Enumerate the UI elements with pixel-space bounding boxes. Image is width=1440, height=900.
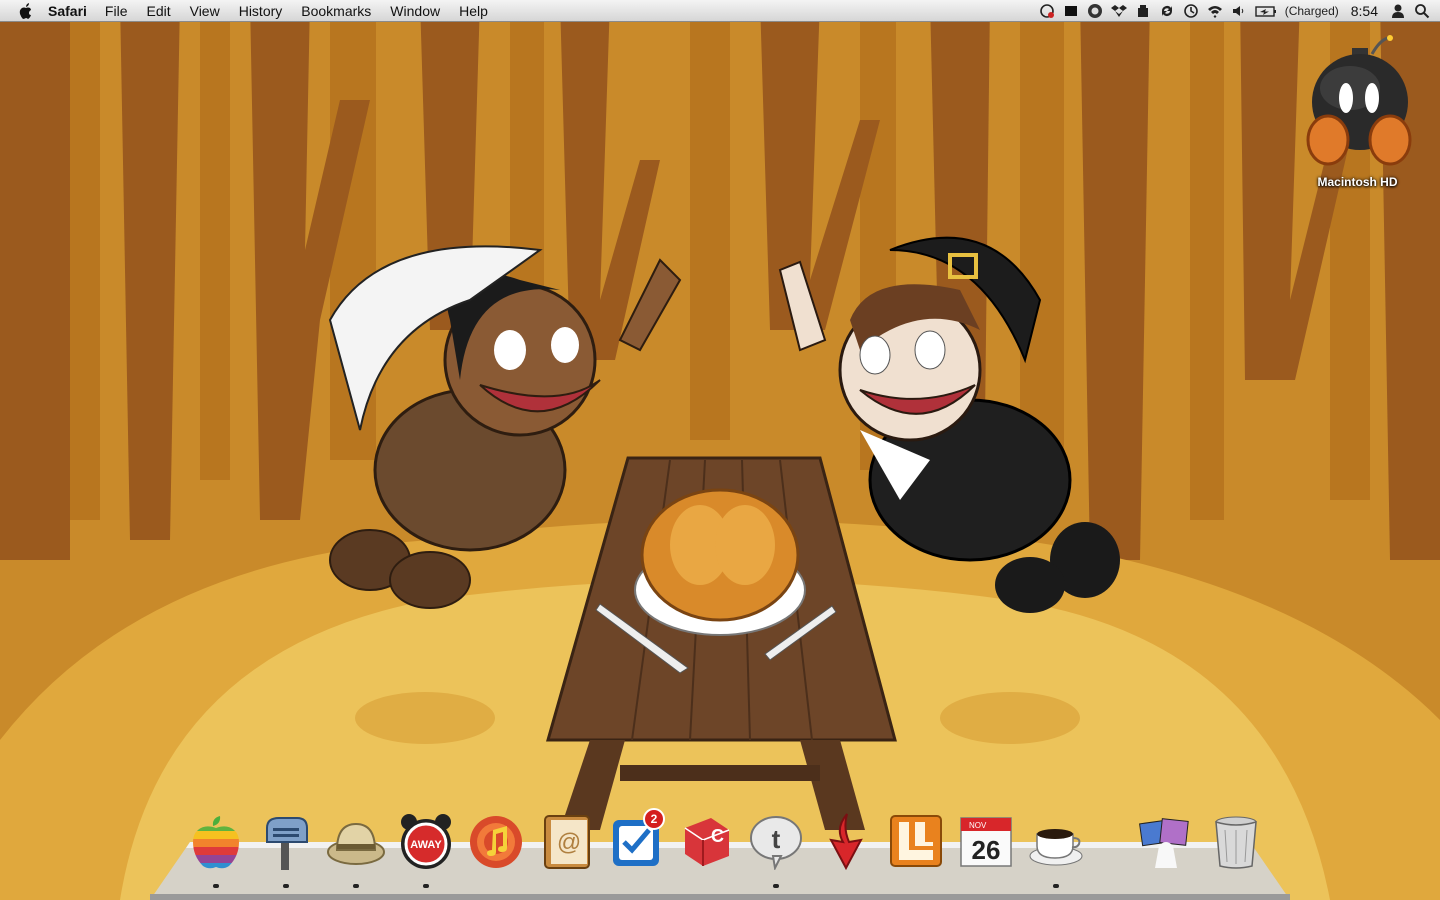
dock-item-itunes[interactable] xyxy=(465,808,527,874)
battery-status-label: (Charged) xyxy=(1284,4,1339,18)
red-arrow-icon xyxy=(829,813,863,870)
mailbox-icon xyxy=(266,817,308,870)
chat-status-icon[interactable] xyxy=(1039,3,1055,19)
away-label: AWAY xyxy=(410,839,442,851)
wifi-icon[interactable] xyxy=(1207,3,1223,19)
spotlight-icon[interactable] xyxy=(1414,3,1430,19)
itunes-icon xyxy=(470,816,522,868)
box-icon[interactable] xyxy=(1135,3,1151,19)
app-menu-safari[interactable]: Safari xyxy=(48,3,87,19)
desktop-icon-macintosh-hd[interactable]: Macintosh HD xyxy=(1300,32,1415,189)
address-book-icon: @ xyxy=(544,815,590,869)
rainbow-apple-icon xyxy=(193,816,239,869)
quicksilver-icon[interactable] xyxy=(1087,3,1103,19)
dock-item-helmet[interactable] xyxy=(325,808,387,888)
menu-edit[interactable]: Edit xyxy=(146,3,170,19)
dock-item-away[interactable]: AWAY xyxy=(395,808,457,888)
svg-text:C: C xyxy=(711,826,724,846)
calendar-icon: NOV 26 xyxy=(960,817,1012,867)
user-icon[interactable] xyxy=(1390,3,1406,19)
orange-layout-icon xyxy=(890,815,942,867)
desktop-wallpaper xyxy=(0,0,1440,900)
menu-bar: Safari File Edit View History Bookmarks … xyxy=(0,0,1440,22)
stacks-icon xyxy=(1139,818,1189,868)
red-cube-icon: C xyxy=(684,818,730,866)
dock-item-mail[interactable] xyxy=(255,808,317,888)
menu-file[interactable]: File xyxy=(105,3,128,19)
away-alarm-icon: AWAY xyxy=(401,814,451,869)
dock-item-cut[interactable]: C xyxy=(675,808,737,874)
menu-bookmarks[interactable]: Bookmarks xyxy=(301,3,371,19)
dock-item-finder[interactable] xyxy=(185,808,247,888)
sync-icon[interactable] xyxy=(1159,3,1175,19)
dock-item-address-book[interactable]: @ xyxy=(535,808,597,874)
svg-text:@: @ xyxy=(557,829,581,856)
running-indicator xyxy=(353,884,359,888)
dropbox-icon[interactable] xyxy=(1110,3,1127,19)
volume-icon[interactable] xyxy=(1231,3,1247,19)
notification-badge: 2 xyxy=(643,808,665,830)
dock-separator xyxy=(1095,808,1127,880)
apple-menu-icon[interactable] xyxy=(18,2,34,20)
desktop-icon-label: Macintosh HD xyxy=(1317,175,1398,189)
dock-item-coffee[interactable] xyxy=(1025,808,1087,888)
trash-icon xyxy=(1215,816,1257,869)
calendar-day: 26 xyxy=(972,835,1001,865)
menu-view[interactable]: View xyxy=(190,3,220,19)
menu-help[interactable]: Help xyxy=(459,3,488,19)
running-indicator xyxy=(773,884,779,888)
dock-item-ical[interactable]: NOV 26 xyxy=(955,808,1017,874)
menu-window[interactable]: Window xyxy=(390,3,440,19)
dock-item-twitter[interactable]: t xyxy=(745,808,807,888)
running-indicator xyxy=(283,884,289,888)
menu-history[interactable]: History xyxy=(239,3,283,19)
dock-item-trash[interactable] xyxy=(1205,808,1267,874)
svg-text:t: t xyxy=(772,824,781,854)
running-indicator xyxy=(423,884,429,888)
dock-item-downloader[interactable] xyxy=(815,808,877,874)
pith-helmet-icon xyxy=(327,822,385,865)
dock-item-stacks[interactable] xyxy=(1135,808,1197,874)
black-square-icon[interactable] xyxy=(1063,3,1079,19)
coffee-cup-icon xyxy=(1029,829,1083,866)
menu-clock[interactable]: 8:54 xyxy=(1351,3,1378,19)
dock-item-layout[interactable] xyxy=(885,808,947,874)
dock-item-things[interactable]: 2 xyxy=(605,808,667,874)
bomb-drive-icon xyxy=(1306,35,1411,166)
twitter-bubble-icon: t xyxy=(750,816,802,870)
running-indicator xyxy=(1053,884,1059,888)
dock: AWAY @ 2 C t NOV 26 xyxy=(185,808,1267,888)
time-machine-icon[interactable] xyxy=(1183,3,1199,19)
running-indicator xyxy=(213,884,219,888)
calendar-month: NOV xyxy=(969,821,987,830)
battery-icon[interactable] xyxy=(1255,3,1277,19)
